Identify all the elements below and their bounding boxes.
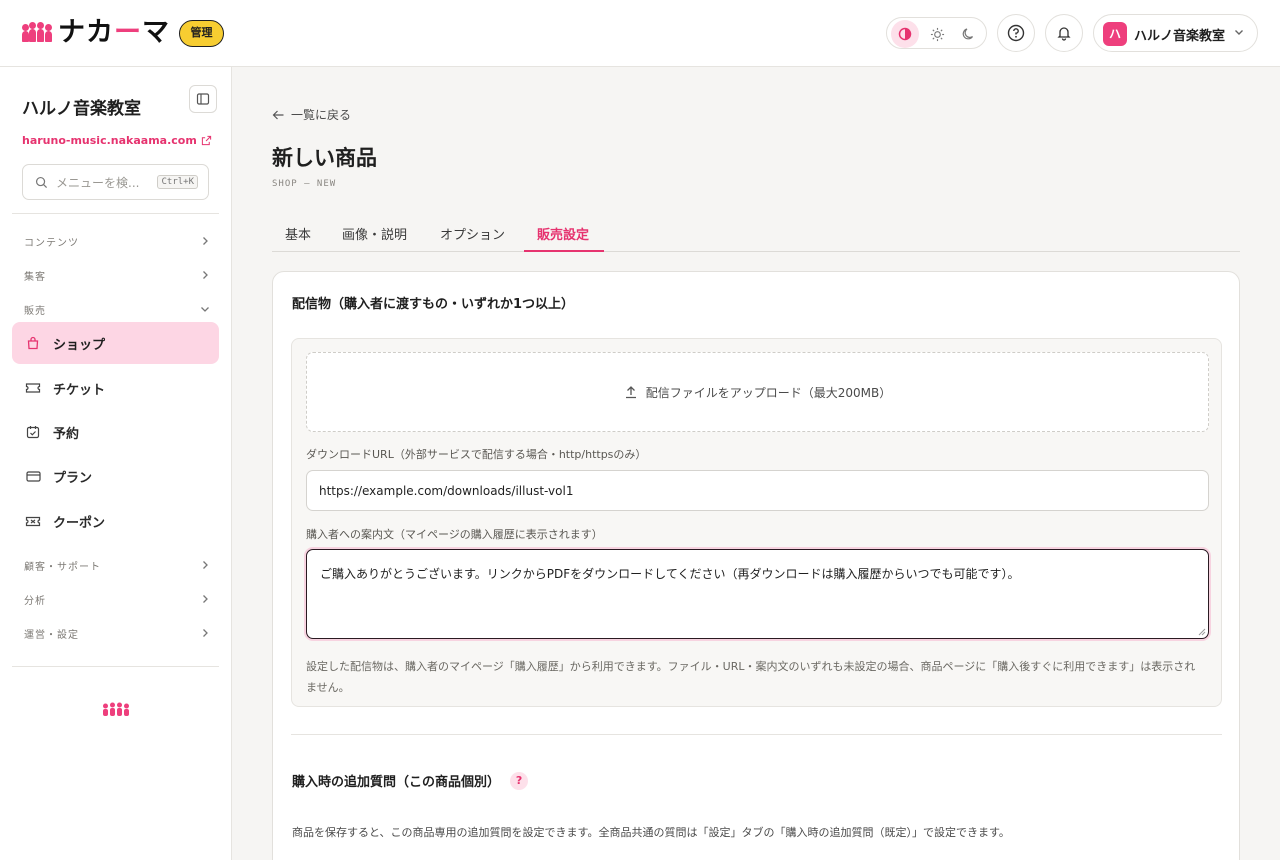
sidebar-item-reservation[interactable]: 予約 <box>12 411 219 453</box>
ticket-icon <box>25 380 41 396</box>
contrast-icon <box>898 27 912 41</box>
credit-card-icon <box>25 468 41 484</box>
moon-icon <box>962 28 974 40</box>
sidebar-item-label: 予約 <box>53 426 80 442</box>
sidebar-item-label: チケット <box>53 382 106 398</box>
chevron-right-icon <box>203 629 208 637</box>
chevron-right-icon <box>203 561 208 569</box>
page-title: 新しい商品 <box>272 146 377 170</box>
contrast-theme-button[interactable] <box>891 20 919 48</box>
nav-group-label: 集客 <box>24 271 46 283</box>
buyer-message-label: 購入者への案内文（マイページの購入履歴に表示されます） <box>306 528 603 541</box>
footer-logo-icon <box>103 702 129 716</box>
nav-group-customers[interactable]: 顧客・サポート <box>24 555 210 575</box>
arrow-left-icon <box>272 110 284 119</box>
help-badge-icon[interactable]: ? <box>510 771 529 790</box>
delivery-panel: 配信ファイルをアップロード（最大200MB） ダウンロードURL（外部サービスで… <box>291 338 1222 707</box>
light-theme-button[interactable] <box>923 20 951 48</box>
calendar-check-icon <box>25 424 41 440</box>
divider <box>12 213 219 214</box>
site-name: ハルノ音楽教室 <box>22 99 141 119</box>
sidebar-item-shop[interactable]: ショップ <box>12 322 219 364</box>
help-button[interactable] <box>997 14 1035 52</box>
sidebar-item-label: プラン <box>53 470 93 486</box>
nav-group-label: 運営・設定 <box>24 629 79 641</box>
divider <box>291 734 1222 735</box>
notifications-button[interactable] <box>1045 14 1083 52</box>
logo-people-icon <box>22 22 52 44</box>
buyer-message-textarea[interactable]: ご購入ありがとうございます。リンクからPDFをダウンロードしてください（再ダウン… <box>306 549 1209 639</box>
questions-title-text: 購入時の追加質問（この商品個別） <box>292 775 501 790</box>
sidebar-item-label: ショップ <box>53 337 106 353</box>
tab-images-description[interactable]: 画像・説明 <box>342 224 407 252</box>
bell-icon <box>1057 27 1071 41</box>
search-placeholder: メニューを検... <box>56 175 140 190</box>
questions-section-title: 購入時の追加質問（この商品個別） ? <box>292 771 529 790</box>
sidebar-item-plan[interactable]: プラン <box>12 455 219 497</box>
theme-toggle <box>886 17 987 49</box>
nav-group-contents[interactable]: コンテンツ <box>24 231 210 251</box>
chevron-right-icon <box>203 595 208 603</box>
user-menu[interactable]: ハ ハルノ音楽教室 <box>1093 14 1258 52</box>
chevron-right-icon <box>203 237 208 245</box>
coupon-icon <box>25 513 41 529</box>
page-subtitle: SHOP — NEW <box>272 179 337 189</box>
admin-badge: 管理 <box>179 20 224 47</box>
site-url-text: haruno-music.nakaama.com <box>22 134 197 147</box>
back-label: 一覧に戻る <box>291 108 352 122</box>
upload-label: 配信ファイルをアップロード（最大200MB） <box>645 385 892 400</box>
tab-sales-settings[interactable]: 販売設定 <box>524 224 604 252</box>
nav-group-label: 分析 <box>24 595 46 607</box>
tab-basic[interactable]: 基本 <box>285 224 311 252</box>
nav-group-label: 顧客・サポート <box>24 561 101 573</box>
download-url-label: ダウンロードURL（外部サービスで配信する場合・http/httpsのみ） <box>306 448 647 461</box>
tab-bar: 基本 画像・説明 オプション 販売設定 <box>272 212 1240 252</box>
download-url-field[interactable]: https://example.com/downloads/illust-vol… <box>306 470 1209 511</box>
logo-text: ナカーマ <box>58 17 170 48</box>
nav-group-label: 販売 <box>24 305 46 317</box>
sun-icon <box>930 27 944 41</box>
avatar: ハ <box>1103 22 1127 46</box>
question-circle-icon <box>1007 24 1025 42</box>
nav-group-marketing[interactable]: 集客 <box>24 265 210 285</box>
back-to-list-link[interactable]: 一覧に戻る <box>272 106 351 123</box>
external-link-icon <box>201 135 211 146</box>
user-name: ハルノ音楽教室 <box>1134 29 1226 44</box>
chevron-right-icon <box>203 271 208 279</box>
sidebar-item-label: クーポン <box>53 515 106 531</box>
upload-dropzone[interactable]: 配信ファイルをアップロード（最大200MB） <box>306 352 1209 432</box>
top-bar: ナカーマ 管理 ハ ハルノ音楽教室 <box>0 0 1280 67</box>
menu-search-input[interactable]: メニューを検... Ctrl+K <box>22 164 209 200</box>
divider <box>12 666 219 667</box>
delivery-help-text: 設定した配信物は、購入者のマイページ「購入履歴」から利用できます。ファイル・UR… <box>306 660 1196 694</box>
questions-help-text: 商品を保存すると、この商品専用の追加質問を設定できます。全商品共通の質問は「設定… <box>292 826 1010 839</box>
sidebar-collapse-button[interactable] <box>189 85 217 113</box>
nav-group-settings[interactable]: 運営・設定 <box>24 623 210 643</box>
sales-settings-card: 配信物（購入者に渡すもの・いずれか1つ以上） 配信ファイルをアップロード（最大2… <box>272 271 1240 860</box>
sidebar-item-ticket[interactable]: チケット <box>12 367 219 409</box>
resize-handle-icon[interactable] <box>1198 628 1206 636</box>
search-shortcut: Ctrl+K <box>157 175 198 189</box>
chevron-down-icon <box>1235 30 1243 35</box>
nav-group-sales[interactable]: 販売 <box>24 299 210 319</box>
upload-icon <box>625 386 636 399</box>
nav-group-label: コンテンツ <box>24 237 79 249</box>
tab-options[interactable]: オプション <box>440 224 505 252</box>
search-icon <box>35 176 48 188</box>
brand-logo[interactable]: ナカーマ <box>22 18 170 48</box>
sidebar-item-coupon[interactable]: クーポン <box>12 500 219 542</box>
sidebar-toggle-icon <box>196 93 210 105</box>
buyer-message-text: ご購入ありがとうございます。リンクからPDFをダウンロードしてください（再ダウン… <box>320 567 1020 581</box>
site-url-link[interactable]: haruno-music.nakaama.com <box>22 134 212 147</box>
dark-theme-button[interactable] <box>955 20 983 48</box>
nav-group-analytics[interactable]: 分析 <box>24 589 210 609</box>
shopping-bag-icon <box>25 335 41 351</box>
sidebar: ハルノ音楽教室 haruno-music.nakaama.com メニューを検.… <box>0 67 232 860</box>
delivery-section-title: 配信物（購入者に渡すもの・いずれか1つ以上） <box>292 297 575 312</box>
chevron-down-icon <box>201 307 209 312</box>
